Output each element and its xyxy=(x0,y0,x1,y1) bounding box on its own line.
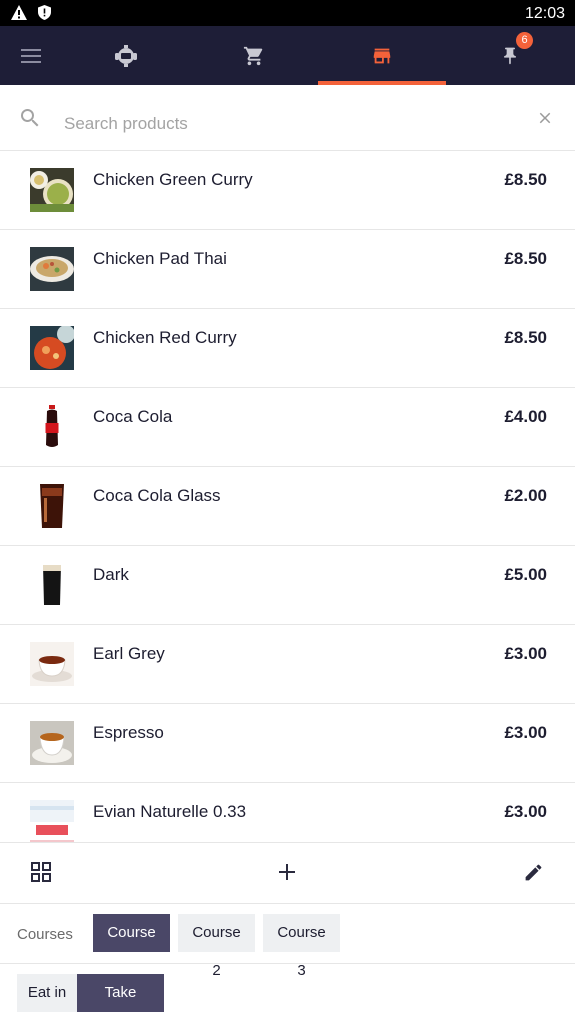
search-icon xyxy=(21,109,39,127)
product-row[interactable]: Dark £5.00 xyxy=(0,546,575,625)
pin-count-badge: 6 xyxy=(516,32,533,49)
nav-cart[interactable] xyxy=(190,26,318,85)
product-row[interactable]: Coca Cola Glass £2.00 xyxy=(0,467,575,546)
product-list: Chicken Green Curry £8.50 Chicken Pad Th… xyxy=(0,151,575,842)
product-name: Earl Grey xyxy=(93,644,165,663)
product-image-earl-grey xyxy=(30,642,74,686)
android-icon xyxy=(115,44,137,67)
product-image-dark xyxy=(30,563,74,607)
pin-icon xyxy=(504,47,516,64)
cart-icon xyxy=(243,46,263,65)
product-name: Espresso xyxy=(93,723,164,742)
product-price: £4.00 xyxy=(504,407,547,426)
course-2-button[interactable]: Course 2 xyxy=(178,914,255,979)
warning-icon xyxy=(11,5,27,20)
product-row[interactable]: Evian Naturelle 0.33 £3.00 xyxy=(0,783,575,842)
product-price: £2.00 xyxy=(504,486,547,505)
product-image-coca-cola xyxy=(30,405,74,449)
store-icon xyxy=(373,48,391,63)
grid-view-icon[interactable] xyxy=(31,862,51,882)
product-row[interactable]: Chicken Red Curry £8.50 xyxy=(0,309,575,388)
search-bar xyxy=(0,85,575,151)
product-price: £8.50 xyxy=(504,170,547,189)
course-1-button[interactable]: Course 1 xyxy=(93,914,170,979)
courses-selector: Courses Course 1 Course 2 Course 3 xyxy=(0,904,575,979)
product-price: £8.50 xyxy=(504,249,547,268)
product-name: Coca Cola Glass xyxy=(93,486,221,505)
product-row[interactable]: Coca Cola £4.00 xyxy=(0,388,575,467)
take-away-button[interactable]: Take away xyxy=(77,974,164,1023)
product-name: Chicken Pad Thai xyxy=(93,249,227,268)
product-name: Coca Cola xyxy=(93,407,173,426)
product-price: £8.50 xyxy=(504,328,547,347)
clear-search-icon[interactable] xyxy=(536,109,554,127)
product-name: Chicken Red Curry xyxy=(93,328,237,347)
product-row[interactable]: Chicken Pad Thai £8.50 xyxy=(0,230,575,309)
courses-label: Courses xyxy=(17,926,73,943)
product-price: £3.00 xyxy=(504,802,547,821)
product-row[interactable]: Chicken Green Curry £8.50 xyxy=(0,151,575,230)
eat-in-button[interactable]: Eat in xyxy=(17,974,77,1012)
product-name: Dark xyxy=(93,565,129,584)
product-image-espresso xyxy=(30,721,74,765)
top-navigation: 6 xyxy=(0,26,575,85)
search-input[interactable] xyxy=(64,111,504,137)
product-price: £3.00 xyxy=(504,723,547,742)
product-row[interactable]: Espresso £3.00 xyxy=(0,704,575,783)
product-image-evian xyxy=(30,800,74,842)
product-price: £5.00 xyxy=(504,565,547,584)
nav-android[interactable] xyxy=(62,26,190,85)
product-row[interactable]: Earl Grey £3.00 xyxy=(0,625,575,704)
clock: 12:03 xyxy=(524,5,565,22)
nav-menu[interactable] xyxy=(0,26,62,85)
edit-icon[interactable] xyxy=(523,862,544,883)
nav-pin[interactable]: 6 xyxy=(446,26,574,85)
product-price: £3.00 xyxy=(504,644,547,663)
product-toolbar xyxy=(0,842,575,904)
nav-store[interactable] xyxy=(318,26,446,85)
add-icon[interactable] xyxy=(277,862,297,882)
product-image-green-curry xyxy=(30,168,74,212)
order-type-selector: Eat in Take away xyxy=(0,964,575,1023)
product-image-red-curry xyxy=(30,326,74,370)
menu-icon xyxy=(21,48,41,63)
product-image-coca-cola-glass xyxy=(30,484,74,528)
product-image-pad-thai xyxy=(30,247,74,291)
status-bar: 12:03 xyxy=(0,0,575,26)
product-name: Chicken Green Curry xyxy=(93,170,253,189)
product-name: Evian Naturelle 0.33 xyxy=(93,802,247,821)
course-3-button[interactable]: Course 3 xyxy=(263,914,340,979)
shield-icon xyxy=(38,5,51,20)
